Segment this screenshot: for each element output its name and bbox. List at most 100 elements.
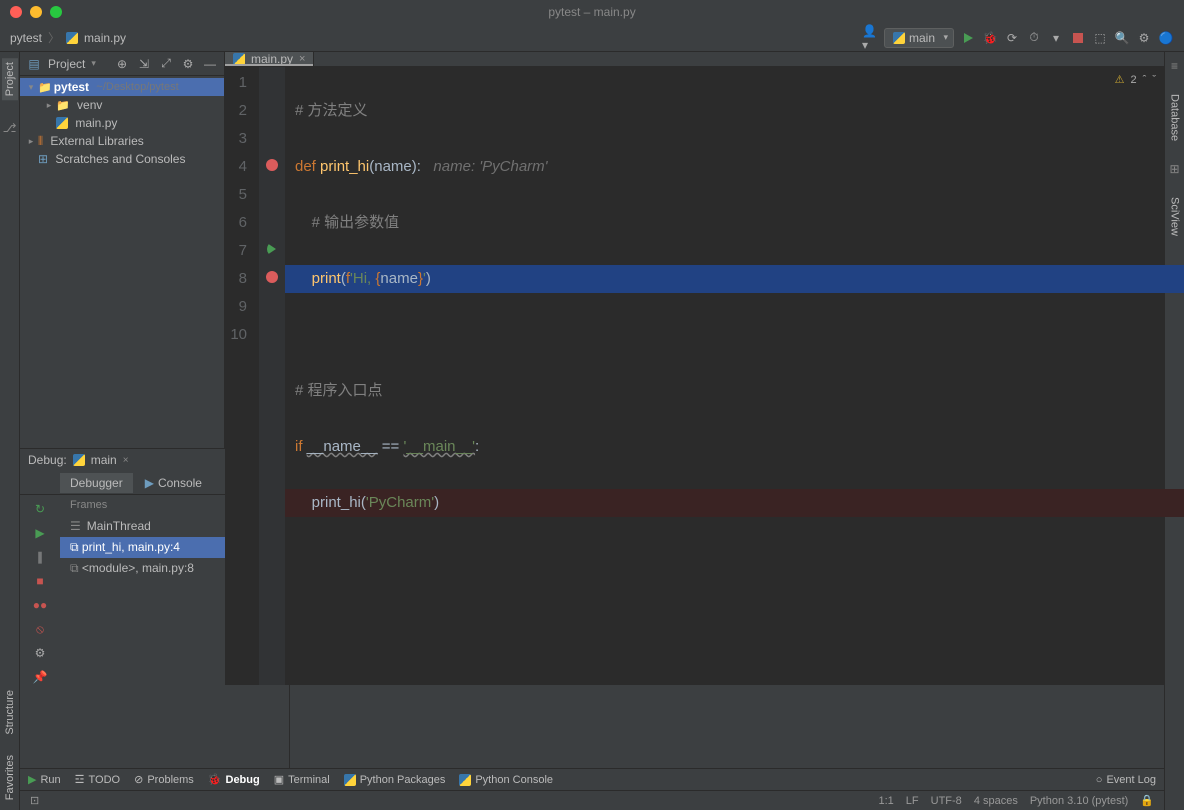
project-view-icon: ▤	[26, 56, 42, 72]
profile-button[interactable]: ⏱	[1026, 30, 1042, 46]
run-gutter-icon[interactable]	[267, 243, 276, 255]
window-close-button[interactable]	[10, 6, 22, 18]
debugger-tab[interactable]: Debugger	[60, 473, 133, 493]
terminal-tool-button[interactable]: ▣Terminal	[274, 773, 330, 786]
tree-item-label: venv	[77, 98, 102, 112]
debug-settings-gear[interactable]: ⚙	[32, 645, 48, 661]
update-button[interactable]: ⬚	[1092, 30, 1108, 46]
event-log-button[interactable]: ○Event Log	[1096, 774, 1156, 786]
database-icon[interactable]: ≡	[1167, 58, 1183, 74]
breadcrumb-separator: 〉	[48, 29, 60, 46]
debug-tool-button[interactable]: 🐞Debug	[208, 773, 260, 786]
view-breakpoints-button[interactable]: ●●	[32, 597, 48, 613]
user-icon[interactable]: 👤▾	[862, 30, 878, 46]
window-minimize-button[interactable]	[30, 6, 42, 18]
python-file-icon	[233, 53, 245, 65]
sciview-icon[interactable]: ⊞	[1167, 161, 1183, 177]
todo-tool-button[interactable]: ☲TODO	[75, 773, 120, 786]
python-console-button[interactable]: Python Console	[459, 774, 553, 786]
code-area[interactable]: # 方法定义 def print_hi(name): name: 'PyChar…	[285, 67, 1164, 685]
caret-position[interactable]: 1:1	[879, 795, 894, 807]
stop-debug-button[interactable]: ■	[32, 573, 48, 589]
debug-config-name: main	[91, 453, 117, 467]
navigation-bar: pytest 〉 main.py 👤▾ main 🐞 ⟳ ⏱ ▾ ⬚ 🔍 ⚙ 🔵	[0, 24, 1184, 52]
mute-breakpoints-button[interactable]: ⦸	[32, 621, 48, 637]
structure-tool-tab[interactable]: Structure	[4, 690, 16, 735]
sciview-tool-tab[interactable]: SciView	[1169, 197, 1181, 236]
gear-icon[interactable]: ⚙	[180, 56, 196, 72]
left-tool-gutter: Project ⎇ Structure Favorites	[0, 52, 20, 810]
select-opened-file-button[interactable]: ⊕	[114, 56, 130, 72]
assistant-icon[interactable]: 🔵	[1158, 30, 1174, 46]
breakpoint-line4[interactable]	[266, 159, 278, 171]
tree-scratches[interactable]: ⊞ Scratches and Consoles	[20, 150, 224, 168]
search-everywhere-button[interactable]: 🔍	[1114, 30, 1130, 46]
window-title: pytest – main.py	[548, 5, 635, 19]
line-numbers: 123 456 789 10	[225, 67, 260, 685]
status-bar: ⊡ 1:1 LF UTF-8 4 spaces Python 3.10 (pyt…	[20, 790, 1164, 810]
project-tool-tab[interactable]: Project	[2, 58, 18, 100]
console-tab[interactable]: ▶Console	[135, 473, 212, 493]
project-pane-title[interactable]: Project	[48, 57, 85, 71]
rerun-button[interactable]: ↻	[32, 501, 48, 517]
favorites-tool-tab[interactable]: Favorites	[4, 755, 16, 800]
database-tool-tab[interactable]: Database	[1169, 94, 1181, 141]
tree-item-label: External Libraries	[50, 134, 143, 148]
project-tree[interactable]: ▾📁 pytest ~/Desktop/pytest ▸📁 venv main.…	[20, 76, 224, 170]
inspections-widget[interactable]: ⚠2 ˆ ˇ	[1115, 73, 1156, 86]
run-button[interactable]	[960, 30, 976, 46]
tree-root-name: pytest	[54, 80, 89, 94]
tree-item-label: Scratches and Consoles	[55, 152, 185, 166]
editor-pane: main.py × 123 456 789 10	[225, 52, 1164, 448]
status-widget-button[interactable]: ⊡	[30, 794, 39, 807]
tree-external-libs[interactable]: ▸⫴ External Libraries	[20, 132, 224, 150]
commit-tool-icon[interactable]: ⎇	[2, 120, 18, 136]
bottom-tool-bar: ▶Run ☲TODO ⊘Problems 🐞Debug ▣Terminal Py…	[20, 768, 1164, 790]
breakpoint-line8[interactable]	[266, 271, 278, 283]
tree-item-label: main.py	[75, 116, 117, 130]
run-config-selector[interactable]: main	[884, 28, 954, 48]
problems-tool-button[interactable]: ⊘Problems	[134, 773, 194, 786]
python-icon	[73, 454, 85, 466]
settings-button[interactable]: ⚙	[1136, 30, 1152, 46]
close-tab-button[interactable]: ×	[299, 53, 305, 65]
line-separator[interactable]: LF	[906, 795, 919, 807]
file-encoding[interactable]: UTF-8	[931, 795, 962, 807]
hide-tool-button[interactable]: —	[202, 56, 218, 72]
editor-tab-main[interactable]: main.py ×	[225, 52, 314, 66]
collapse-all-button[interactable]: ⤢	[158, 56, 174, 72]
python-icon	[893, 32, 905, 44]
pause-button[interactable]: ∥	[32, 549, 48, 565]
tree-project-root[interactable]: ▾📁 pytest ~/Desktop/pytest	[20, 78, 224, 96]
coverage-button[interactable]: ⟳	[1004, 30, 1020, 46]
window-zoom-button[interactable]	[50, 6, 62, 18]
warning-count: 2	[1131, 74, 1137, 86]
project-tool-window: ▤ Project ▾ ⊕ ⇲ ⤢ ⚙ — ▾📁 pytest ~/Deskto…	[20, 52, 225, 448]
editor-tab-label: main.py	[251, 52, 293, 66]
resume-button[interactable]: ▶	[32, 525, 48, 541]
close-debug-tab-button[interactable]: ×	[123, 455, 129, 466]
stop-button[interactable]	[1070, 30, 1086, 46]
indent-info[interactable]: 4 spaces	[974, 795, 1018, 807]
run-tool-button[interactable]: ▶Run	[28, 773, 61, 786]
run-config-label: main	[909, 31, 935, 45]
prev-highlight-button[interactable]: ˆ	[1143, 74, 1147, 86]
tree-main-file[interactable]: main.py	[20, 114, 224, 132]
python-packages-button[interactable]: Python Packages	[344, 774, 446, 786]
lock-icon[interactable]: 🔒	[1140, 794, 1154, 807]
breadcrumb-root[interactable]: pytest	[10, 31, 42, 45]
python-file-icon	[56, 117, 68, 129]
next-highlight-button[interactable]: ˇ	[1152, 74, 1156, 86]
pin-button[interactable]: 📌	[32, 669, 48, 685]
code-editor[interactable]: 123 456 789 10 # 方法定义 def print_hi(name)…	[225, 67, 1164, 685]
tree-venv-folder[interactable]: ▸📁 venv	[20, 96, 224, 114]
breadcrumb-file[interactable]: main.py	[84, 31, 126, 45]
editor-gutter[interactable]	[260, 67, 285, 685]
expand-all-button[interactable]: ⇲	[136, 56, 152, 72]
debug-toolbar: ↻ ▶ ∥ ■ ●● ⦸ ⚙ 📌	[20, 495, 60, 768]
titlebar: pytest – main.py	[0, 0, 1184, 24]
interpreter-info[interactable]: Python 3.10 (pytest)	[1030, 795, 1128, 807]
attach-button[interactable]: ▾	[1048, 30, 1064, 46]
python-file-icon	[66, 32, 78, 44]
debug-button[interactable]: 🐞	[982, 30, 998, 46]
